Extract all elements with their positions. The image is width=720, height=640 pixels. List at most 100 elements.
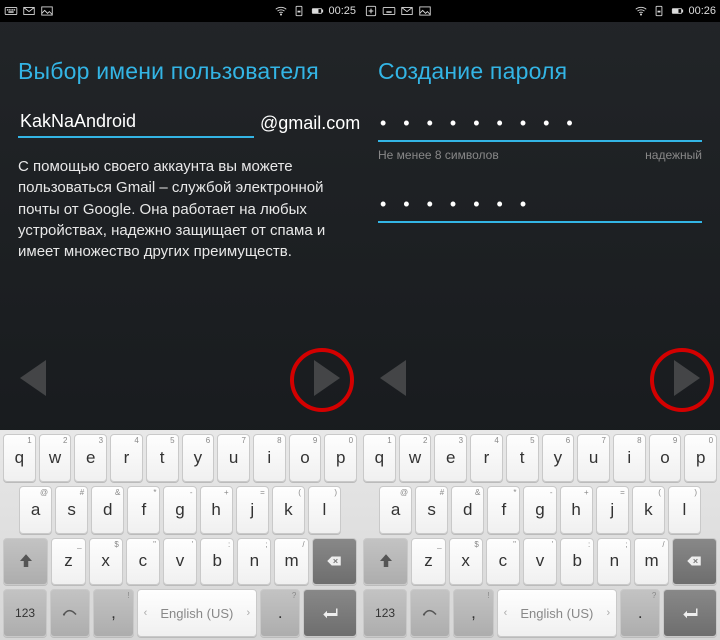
back-button[interactable] [20, 360, 46, 396]
keyboard-icon [382, 4, 396, 18]
key-p[interactable]: p0 [684, 434, 717, 482]
key-i[interactable]: i8 [613, 434, 646, 482]
image-icon [40, 4, 54, 18]
backspace-key[interactable] [672, 538, 717, 586]
numbers-key[interactable]: 123 [3, 589, 47, 637]
key-x[interactable]: x$ [89, 538, 123, 586]
key-z[interactable]: z_ [51, 538, 85, 586]
password-hint-min: Не менее 8 символов [378, 148, 645, 162]
status-bar: 00:25 [0, 0, 360, 22]
enter-key[interactable] [663, 589, 717, 637]
key-d[interactable]: d& [91, 486, 124, 534]
password-strength: надежный [645, 148, 702, 162]
status-time: 00:26 [688, 5, 716, 17]
key-d[interactable]: d& [451, 486, 484, 534]
shift-key[interactable] [3, 538, 48, 586]
screen-create-password: 00:26 Создание пароля • • • • • • • • • … [360, 0, 720, 640]
key-e[interactable]: e3 [74, 434, 107, 482]
key-p[interactable]: p0 [324, 434, 357, 482]
key-v[interactable]: v' [163, 538, 197, 586]
key-a[interactable]: a@ [19, 486, 52, 534]
shift-key[interactable] [363, 538, 408, 586]
keyboard-icon [4, 4, 18, 18]
key-i[interactable]: i8 [253, 434, 286, 482]
key-o[interactable]: o9 [289, 434, 322, 482]
status-bar: 00:26 [360, 0, 720, 22]
key-r[interactable]: r4 [470, 434, 503, 482]
key-n[interactable]: n; [237, 538, 271, 586]
key-f[interactable]: f* [127, 486, 160, 534]
username-domain-suffix: @gmail.com [260, 113, 360, 138]
key-l[interactable]: l) [668, 486, 701, 534]
period-key[interactable]: .? [260, 589, 300, 637]
page-title: Создание пароля [378, 58, 702, 85]
key-m[interactable]: m/ [274, 538, 308, 586]
key-o[interactable]: o9 [649, 434, 682, 482]
battery-icon [670, 4, 684, 18]
key-w[interactable]: w2 [39, 434, 72, 482]
key-m[interactable]: m/ [634, 538, 668, 586]
screen-choose-username: 00:25 Выбор имени пользователя @gmail.co… [0, 0, 360, 640]
page-title: Выбор имени пользователя [18, 58, 342, 85]
key-j[interactable]: j= [236, 486, 269, 534]
comma-key[interactable]: ,! [453, 589, 493, 637]
password-input[interactable]: • • • • • • • • • [378, 107, 702, 142]
space-key[interactable]: English (US)‹› [497, 589, 618, 637]
key-t[interactable]: t5 [146, 434, 179, 482]
backspace-key[interactable] [312, 538, 357, 586]
description-text: С помощью своего аккаунта вы можете поль… [18, 156, 342, 262]
key-v[interactable]: v' [523, 538, 557, 586]
key-w[interactable]: w2 [399, 434, 432, 482]
key-h[interactable]: h+ [560, 486, 593, 534]
key-s[interactable]: s# [55, 486, 88, 534]
key-k[interactable]: k( [632, 486, 665, 534]
wifi-icon [274, 4, 288, 18]
space-key[interactable]: English (US)‹› [137, 589, 258, 637]
key-a[interactable]: a@ [379, 486, 412, 534]
key-c[interactable]: c" [126, 538, 160, 586]
swiftkey-icon-key[interactable] [50, 589, 90, 637]
keyboard: q1w2e3r4t5y6u7i8o9p0 a@s#d&f*g-h+j=k(l) z_… [0, 430, 360, 640]
key-r[interactable]: r4 [110, 434, 143, 482]
key-b[interactable]: b: [200, 538, 234, 586]
comma-key[interactable]: ,! [93, 589, 133, 637]
key-f[interactable]: f* [487, 486, 520, 534]
swiftkey-icon-key[interactable] [410, 589, 450, 637]
key-t[interactable]: t5 [506, 434, 539, 482]
username-input[interactable] [18, 107, 254, 138]
keyboard: q1w2e3r4t5y6u7i8o9p0 a@s#d&f*g-h+j=k(l) z_… [360, 430, 720, 640]
period-key[interactable]: .? [620, 589, 660, 637]
enter-key[interactable] [303, 589, 357, 637]
key-z[interactable]: z_ [411, 538, 445, 586]
key-x[interactable]: x$ [449, 538, 483, 586]
key-g[interactable]: g- [523, 486, 556, 534]
password-confirm-input[interactable]: • • • • • • • [378, 188, 702, 223]
key-u[interactable]: u7 [217, 434, 250, 482]
battery-icon [310, 4, 324, 18]
image-icon [418, 4, 432, 18]
key-q[interactable]: q1 [3, 434, 36, 482]
key-s[interactable]: s# [415, 486, 448, 534]
key-l[interactable]: l) [308, 486, 341, 534]
back-button[interactable] [380, 360, 406, 396]
key-j[interactable]: j= [596, 486, 629, 534]
mail-icon [400, 4, 414, 18]
key-c[interactable]: c" [486, 538, 520, 586]
sdcard-icon [652, 4, 666, 18]
numbers-key[interactable]: 123 [363, 589, 407, 637]
key-g[interactable]: g- [163, 486, 196, 534]
key-e[interactable]: e3 [434, 434, 467, 482]
key-b[interactable]: b: [560, 538, 594, 586]
add-icon [364, 4, 378, 18]
key-k[interactable]: k( [272, 486, 305, 534]
next-button[interactable] [314, 360, 340, 396]
key-n[interactable]: n; [597, 538, 631, 586]
key-u[interactable]: u7 [577, 434, 610, 482]
key-h[interactable]: h+ [200, 486, 233, 534]
key-q[interactable]: q1 [363, 434, 396, 482]
next-button[interactable] [674, 360, 700, 396]
mail-icon [22, 4, 36, 18]
key-y[interactable]: y6 [542, 434, 575, 482]
key-y[interactable]: y6 [182, 434, 215, 482]
status-time: 00:25 [328, 5, 356, 17]
